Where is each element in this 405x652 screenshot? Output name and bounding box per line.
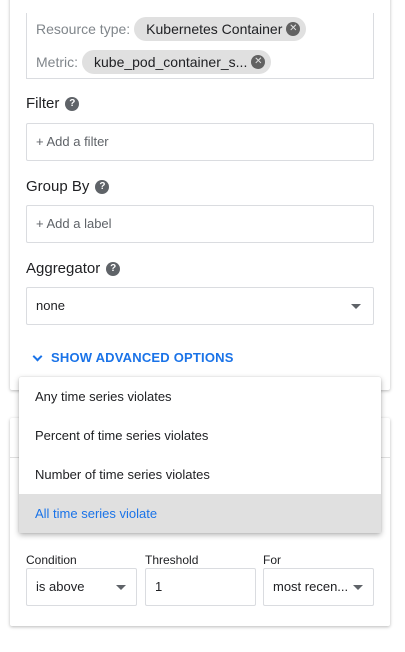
close-circle-icon[interactable]: ✕ [286,22,301,36]
violation-mode-menu: Any time series violates Percent of time… [19,377,381,533]
resource-type-value: Kubernetes Container [146,21,283,37]
show-advanced-options-link[interactable]: SHOW ADVANCED OPTIONS [32,350,234,365]
for-value: most recen... [273,579,349,594]
resource-type-chip[interactable]: Kubernetes Container ✕ [134,17,307,41]
group-by-input[interactable]: + Add a label [26,205,374,243]
aggregator-value: none [36,298,65,313]
close-circle-icon[interactable]: ✕ [251,55,266,69]
metric-row: Metric: kube_pod_container_s... ✕ [36,50,272,74]
menu-item-any[interactable]: Any time series violates [19,377,381,416]
filter-input[interactable]: + Add a filter [26,123,374,161]
threshold-input[interactable]: 1 [145,568,256,606]
condition-value: is above [36,579,85,594]
help-circle-icon[interactable]: ? [106,261,121,276]
help-circle-icon[interactable]: ? [95,179,110,194]
caret-down-icon [351,304,361,309]
condition-select[interactable]: is above [26,568,137,606]
filter-section-label: Filter ? [26,95,80,112]
caret-down-icon [116,585,126,590]
menu-item-number[interactable]: Number of time series violates [19,455,381,494]
group-by-section-label: Group By ? [26,178,110,195]
menu-item-percent[interactable]: Percent of time series violates [19,416,381,455]
group-by-label: Group By [26,178,90,195]
show-advanced-options-label: SHOW ADVANCED OPTIONS [51,350,234,365]
threshold-label: Threshold [145,553,199,567]
metric-label: Metric: [36,54,78,70]
help-circle-icon[interactable]: ? [65,96,80,111]
aggregator-section-label: Aggregator ? [26,260,121,277]
resource-type-row: Resource type: Kubernetes Container ✕ [36,17,307,41]
chevron-down-icon [32,351,43,361]
resource-metric-box: Resource type: Kubernetes Container ✕ Me… [26,13,374,79]
menu-item-all[interactable]: All time series violate [19,494,381,533]
for-label: For [263,553,281,567]
aggregator-select[interactable]: none [26,287,374,325]
filter-label: Filter [26,95,60,112]
for-select[interactable]: most recen... [263,568,374,606]
condition-label: Condition [26,553,77,567]
threshold-value: 1 [155,579,163,594]
caret-down-icon [353,585,363,590]
resource-type-label: Resource type: [36,21,131,37]
metric-value: kube_pod_container_s... [94,54,248,70]
metric-chip[interactable]: kube_pod_container_s... ✕ [82,50,272,74]
aggregator-label: Aggregator [26,260,101,277]
